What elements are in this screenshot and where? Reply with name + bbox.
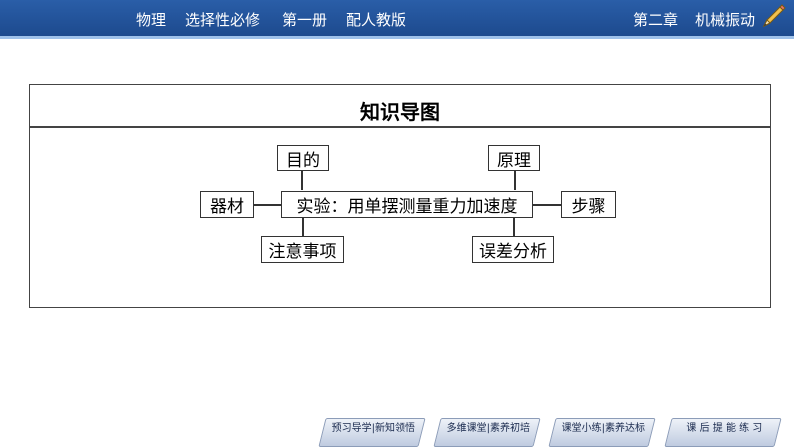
nav-classroom-button[interactable]: 多维课堂|素养初培 — [433, 418, 541, 447]
header-underline — [0, 36, 794, 39]
node-precautions: 注意事项 — [261, 236, 344, 263]
connector-purpose — [301, 170, 303, 190]
pencil-icon — [762, 4, 786, 28]
node-principle: 原理 — [488, 145, 540, 171]
nav-preview-button[interactable]: 预习导学|新知领悟 — [318, 418, 426, 447]
nav-practice-label: 课堂小练|素养达标 — [561, 423, 646, 434]
node-equipment: 器材 — [200, 191, 254, 218]
nav-classroom-label: 多维课堂|素养初培 — [446, 423, 531, 434]
header-chapter-title: 机械振动 — [695, 11, 756, 29]
header-book: 选择性必修 — [185, 11, 261, 29]
connector-error-analysis — [513, 217, 515, 237]
nav-homework-label: 课 后 提 能 练 习 — [686, 423, 763, 434]
header-chapter: 第二章 — [633, 11, 679, 29]
connector-steps — [532, 204, 562, 206]
knowledge-map-title: 知识导图 — [360, 100, 440, 124]
node-center-experiment: 实验：用单摆测量重力加速度 — [281, 191, 533, 218]
header-edition: 配人教版 — [346, 11, 407, 29]
node-steps: 步骤 — [561, 191, 616, 218]
header-volume: 第一册 — [282, 11, 328, 29]
nav-preview-label: 预习导学|新知领悟 — [331, 423, 416, 434]
nav-homework-button[interactable]: 课 后 提 能 练 习 — [664, 418, 782, 447]
node-purpose: 目的 — [277, 145, 329, 171]
connector-precautions — [302, 217, 304, 237]
node-error-analysis: 误差分析 — [472, 236, 554, 263]
nav-practice-button[interactable]: 课堂小练|素养达标 — [548, 418, 656, 447]
title-divider — [30, 126, 770, 128]
connector-principle — [514, 170, 516, 190]
connector-equipment — [253, 204, 282, 206]
header-subject: 物理 — [136, 11, 167, 29]
